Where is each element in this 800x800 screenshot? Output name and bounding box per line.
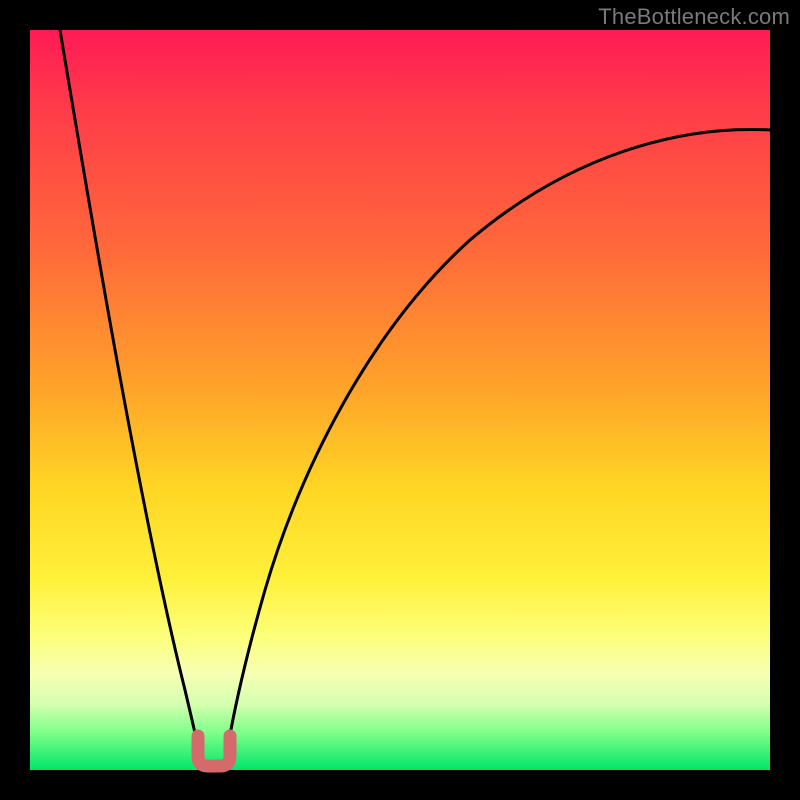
chart-frame: TheBottleneck.com: [0, 0, 800, 800]
plot-area: [30, 30, 770, 770]
bottleneck-curve: [30, 30, 770, 770]
bottom-u-marker: [198, 736, 230, 766]
curve-left-branch: [60, 30, 202, 765]
watermark-text: TheBottleneck.com: [598, 4, 790, 30]
curve-right-branch: [225, 129, 770, 765]
